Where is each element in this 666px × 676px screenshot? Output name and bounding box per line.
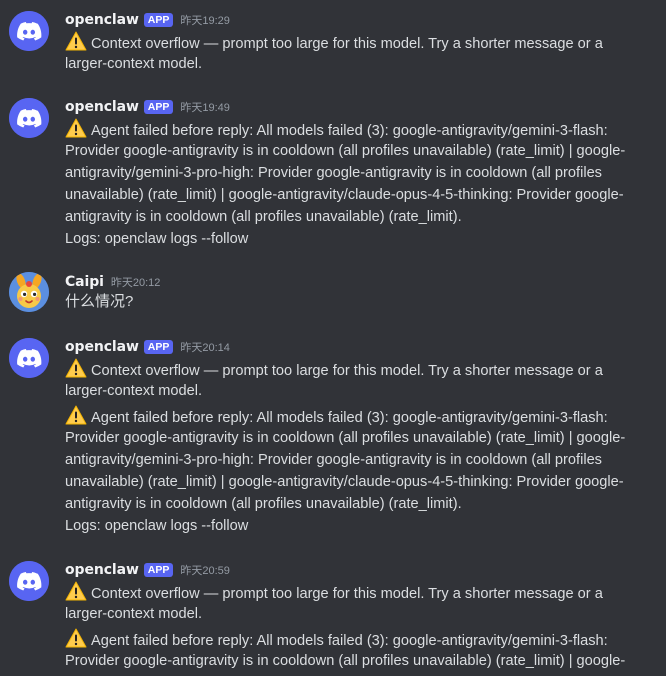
message-line: antigravity/gemini-3-pro-high: Provider … bbox=[65, 449, 602, 471]
username[interactable]: openclaw bbox=[65, 12, 139, 28]
message-line: Agent failed before reply: All models fa… bbox=[65, 628, 608, 650]
message-text: Logs: openclaw logs --follow bbox=[65, 518, 249, 534]
message-line: Provider google-antigravity is in cooldo… bbox=[65, 140, 625, 162]
message-text: unavailable) (rate_limit) | google-antig… bbox=[65, 187, 624, 203]
timestamp[interactable]: 昨天20:12 bbox=[111, 274, 161, 290]
message-text: Agent failed before reply: All models fa… bbox=[91, 410, 608, 426]
discord-logo-icon bbox=[9, 561, 49, 601]
app-badge: APP bbox=[143, 340, 174, 354]
message-line: Agent failed before reply: All models fa… bbox=[65, 118, 608, 140]
message-line: unavailable) (rate_limit) | google-antig… bbox=[65, 184, 624, 206]
avatar[interactable] bbox=[9, 11, 49, 51]
avatar[interactable] bbox=[9, 272, 49, 312]
message-line: 什么情况? bbox=[65, 291, 133, 313]
message-text: antigravity/gemini-3-pro-high: Provider … bbox=[65, 165, 602, 181]
warning-icon bbox=[65, 118, 87, 138]
username[interactable]: openclaw bbox=[65, 339, 139, 355]
warning-icon bbox=[65, 405, 87, 425]
discord-logo-icon bbox=[9, 11, 49, 51]
message-line: Agent failed before reply: All models fa… bbox=[65, 405, 608, 427]
message-line: Provider google-antigravity is in cooldo… bbox=[65, 650, 625, 672]
message-line: Context overflow — prompt too large for … bbox=[65, 581, 603, 603]
warning-icon bbox=[65, 581, 87, 601]
app-badge: APP bbox=[143, 563, 174, 577]
message-line: Context overflow — prompt too large for … bbox=[65, 31, 603, 53]
timestamp[interactable]: 昨天19:49 bbox=[180, 99, 230, 115]
timestamp[interactable]: 昨天19:29 bbox=[180, 12, 230, 28]
warning-icon bbox=[65, 31, 87, 51]
warning-icon bbox=[65, 358, 87, 378]
message-line: Provider google-antigravity is in cooldo… bbox=[65, 427, 625, 449]
message-text: Logs: openclaw logs --follow bbox=[65, 231, 249, 247]
message-text: larger-context model. bbox=[65, 383, 203, 399]
message-header: openclaw APP 昨天19:49 bbox=[65, 98, 230, 116]
username[interactable]: Caipi bbox=[65, 274, 104, 290]
message-line: antigravity is in cooldown (all profiles… bbox=[65, 493, 462, 515]
message-text: Agent failed before reply: All models fa… bbox=[91, 633, 608, 649]
message-text: Provider google-antigravity is in cooldo… bbox=[65, 653, 626, 669]
message-line: Logs: openclaw logs --follow bbox=[65, 515, 248, 537]
timestamp[interactable]: 昨天20:14 bbox=[180, 339, 230, 355]
message-text: antigravity is in cooldown (all profiles… bbox=[65, 496, 462, 512]
message-text: Context overflow — prompt too large for … bbox=[91, 36, 603, 52]
username[interactable]: openclaw bbox=[65, 562, 139, 578]
discord-logo-icon bbox=[9, 338, 49, 378]
message-line: larger-context model. bbox=[65, 53, 202, 75]
avatar[interactable] bbox=[9, 338, 49, 378]
username[interactable]: openclaw bbox=[65, 99, 139, 115]
message-line: Context overflow — prompt too large for … bbox=[65, 358, 603, 380]
message-line: unavailable) (rate_limit) | google-antig… bbox=[65, 471, 624, 493]
app-badge: APP bbox=[143, 13, 174, 27]
message-header: Caipi 昨天20:12 bbox=[65, 273, 160, 291]
discord-logo-icon bbox=[9, 98, 49, 138]
app-badge: APP bbox=[143, 100, 174, 114]
avatar[interactable] bbox=[9, 561, 49, 601]
message-line: antigravity/gemini-3-pro-high: Provider … bbox=[65, 162, 602, 184]
message-header: openclaw APP 昨天19:29 bbox=[65, 11, 230, 29]
message-text: Context overflow — prompt too large for … bbox=[91, 363, 603, 379]
message-text: Provider google-antigravity is in cooldo… bbox=[65, 430, 626, 446]
timestamp[interactable]: 昨天20:59 bbox=[180, 562, 230, 578]
message-line: larger-context model. bbox=[65, 603, 202, 625]
message-text: unavailable) (rate_limit) | google-antig… bbox=[65, 474, 624, 490]
message-text: Context overflow — prompt too large for … bbox=[91, 586, 603, 602]
message-line: larger-context model. bbox=[65, 380, 202, 402]
avatar[interactable] bbox=[9, 98, 49, 138]
message-text: larger-context model. bbox=[65, 606, 203, 622]
message-header: openclaw APP 昨天20:59 bbox=[65, 561, 230, 579]
user-avatar-icon bbox=[9, 272, 49, 312]
warning-icon bbox=[65, 628, 87, 648]
message-line: Logs: openclaw logs --follow bbox=[65, 228, 248, 250]
message-text: 什么情况? bbox=[65, 293, 134, 310]
message-text: Provider google-antigravity is in cooldo… bbox=[65, 143, 626, 159]
message-text: Agent failed before reply: All models fa… bbox=[91, 123, 608, 139]
message-header: openclaw APP 昨天20:14 bbox=[65, 338, 230, 356]
message-text: larger-context model. bbox=[65, 56, 203, 72]
message-text: antigravity is in cooldown (all profiles… bbox=[65, 209, 462, 225]
message-line: antigravity is in cooldown (all profiles… bbox=[65, 206, 462, 228]
message-text: antigravity/gemini-3-pro-high: Provider … bbox=[65, 452, 602, 468]
